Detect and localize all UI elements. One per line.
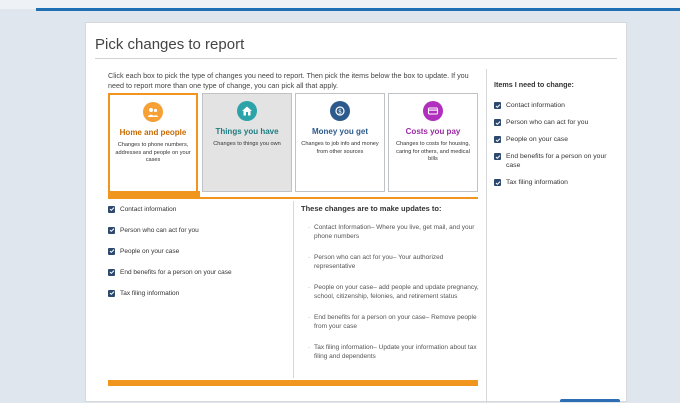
tile-description: Changes to things you own — [213, 141, 281, 147]
checkbox-checked-icon[interactable] — [108, 289, 115, 297]
change-description: Contact Information– Where you live, get… — [308, 223, 484, 241]
checkbox-checked-icon[interactable] — [494, 153, 501, 160]
summary-divider — [486, 69, 487, 403]
tile-label: Home and people — [119, 128, 187, 137]
summary-item[interactable]: People on your case — [494, 135, 619, 144]
checkbox-checked-icon[interactable] — [494, 136, 501, 143]
checkbox-checked-icon[interactable] — [108, 247, 115, 255]
summary-item-label: Tax filing information — [506, 179, 568, 186]
option-people-on-case[interactable]: People on your case — [108, 246, 232, 256]
tile-money-you-get[interactable]: $ Money you get Changes to job info and … — [295, 93, 385, 192]
tile-label: Things you have — [215, 127, 279, 136]
top-accent-bar — [36, 8, 680, 11]
page-title: Pick changes to report — [95, 36, 245, 53]
section-bottom-accent — [108, 380, 478, 386]
tile-label: Costs you pay — [405, 127, 461, 136]
change-description: End benefits for a person on your case– … — [308, 313, 484, 331]
summary-item[interactable]: Tax filing information — [494, 178, 619, 187]
checkbox-checked-icon[interactable] — [108, 226, 115, 234]
tile-costs-you-pay[interactable]: Costs you pay Changes to costs for housi… — [388, 93, 478, 192]
tile-label: Money you get — [311, 127, 368, 136]
tile-description: Changes to phone numbers, addresses and … — [115, 142, 191, 163]
option-label: Person who can act for you — [120, 226, 199, 234]
section-accent-line — [108, 197, 478, 199]
tile-home-and-people[interactable]: Home and people Changes to phone numbers… — [108, 93, 198, 197]
option-label: End benefits for a person on your case — [120, 268, 232, 276]
title-divider — [95, 58, 617, 59]
summary-item-label: End benefits for a person on your case — [506, 153, 607, 169]
change-description: Tax filing information– Update your info… — [308, 343, 484, 361]
tile-description: Changes to job info and money from other… — [301, 141, 379, 155]
option-label: Contact information — [120, 205, 177, 213]
changes-heading: These changes are to make updates to: — [301, 204, 442, 213]
items-summary-panel: Items I need to change: Contact informat… — [494, 80, 619, 195]
changes-explanation-list: Contact Information– Where you live, get… — [308, 223, 484, 361]
summary-item[interactable]: Contact information — [494, 101, 619, 110]
people-icon — [143, 102, 163, 122]
column-divider — [293, 201, 294, 378]
report-changes-card: Pick changes to report Click each box to… — [85, 22, 627, 403]
option-label: People on your case — [120, 247, 180, 255]
option-label: Tax filing information — [120, 289, 180, 297]
summary-item-label: Person who can act for you — [506, 119, 589, 126]
svg-text:$: $ — [338, 108, 342, 115]
option-contact-information[interactable]: Contact information — [108, 204, 232, 214]
change-description: Person who can act for you– Your authori… — [308, 253, 484, 271]
house-icon — [237, 101, 257, 121]
change-options-list: Contact information Person who can act f… — [108, 204, 232, 298]
summary-item[interactable]: Person who can act for you — [494, 118, 619, 127]
checkbox-checked-icon[interactable] — [494, 179, 501, 186]
option-tax-filing[interactable]: Tax filing information — [108, 288, 232, 298]
change-description: People on your case– add people and upda… — [308, 283, 484, 301]
checkbox-checked-icon[interactable] — [108, 268, 115, 276]
option-end-benefits[interactable]: End benefits for a person on your case — [108, 267, 232, 277]
money-icon: $ — [330, 101, 350, 121]
tile-things-you-have[interactable]: Things you have Changes to things you ow… — [202, 93, 292, 192]
card-icon — [423, 101, 443, 121]
summary-item[interactable]: End benefits for a person on your case — [494, 152, 619, 170]
checkbox-checked-icon[interactable] — [494, 119, 501, 126]
checkbox-checked-icon[interactable] — [108, 205, 115, 213]
summary-item-label: Contact information — [506, 102, 565, 109]
summary-heading: Items I need to change: — [494, 80, 574, 89]
option-person-who-can-act[interactable]: Person who can act for you — [108, 225, 232, 235]
tile-description: Changes to costs for housing, caring for… — [395, 141, 470, 162]
summary-item-label: People on your case — [506, 136, 568, 143]
checkbox-checked-icon[interactable] — [494, 102, 501, 109]
intro-text: Click each box to pick the type of chang… — [108, 71, 469, 90]
